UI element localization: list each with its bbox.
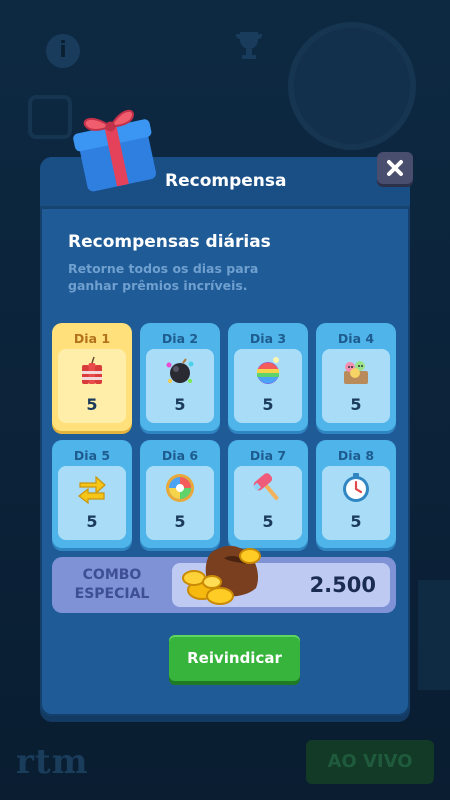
day-quantity: 5	[350, 512, 362, 531]
day-quantity: 5	[350, 395, 362, 414]
close-icon	[387, 160, 403, 176]
day-quantity: 5	[262, 395, 274, 414]
avatar	[288, 22, 416, 150]
day-quantity: 5	[262, 512, 274, 531]
combo-label-line-1: COMBO	[82, 567, 142, 583]
day-item-panel: 5	[234, 349, 302, 423]
day-card-4[interactable]: Dia 4 5	[316, 323, 396, 431]
live-button: AO VIVO	[306, 740, 434, 784]
combo-value: 2.500	[309, 573, 376, 597]
day-label: Dia 4	[337, 331, 375, 346]
day-quantity: 5	[86, 512, 98, 531]
hammer-icon	[253, 473, 279, 500]
close-button[interactable]	[377, 152, 413, 184]
day-item-panel: 5	[146, 466, 214, 540]
day-quantity: 5	[86, 395, 98, 414]
info-icon: i	[46, 34, 80, 68]
firecracker-icon	[82, 356, 102, 384]
day-card-3[interactable]: Dia 3 5	[228, 323, 308, 431]
day-card-1[interactable]: Dia 1 5	[52, 323, 132, 431]
day-quantity: 5	[174, 395, 186, 414]
day-item-panel: 5	[146, 349, 214, 423]
logo: rtm	[16, 742, 89, 782]
side-panel	[418, 580, 450, 690]
day-quantity: 5	[174, 512, 186, 531]
day-card-2[interactable]: Dia 2 5	[140, 323, 220, 431]
day-label: Dia 2	[161, 331, 199, 346]
day-card-6[interactable]: Dia 6 5	[140, 440, 220, 548]
day-item-panel: 5	[322, 466, 390, 540]
day-label: Dia 6	[161, 448, 199, 463]
rewards-heading: Recompensas diárias	[68, 232, 271, 252]
day-card-5[interactable]: Dia 5 5	[52, 440, 132, 548]
color-wheel-icon	[166, 474, 194, 502]
day-item-panel: 5	[58, 466, 126, 540]
clock-icon	[343, 473, 369, 502]
swap-arrows-icon	[78, 475, 106, 504]
day-label: Dia 7	[249, 448, 287, 463]
day-item-panel: 5	[322, 349, 390, 423]
rainbow-bomb-icon	[257, 357, 279, 384]
day-item-panel: 5	[58, 349, 126, 423]
rewards-subtitle: Retorne todos os dias para ganhar prêmio…	[68, 261, 259, 293]
gift-icon	[73, 109, 157, 192]
day-label: Dia 5	[73, 448, 111, 463]
modal-title: Recompensa	[165, 171, 287, 191]
day-card-8[interactable]: Dia 8 5	[316, 440, 396, 548]
claim-button[interactable]: Reivindicar	[169, 635, 300, 681]
day-card-7[interactable]: Dia 7 5	[228, 440, 308, 548]
trophy-icon	[236, 32, 262, 59]
day-label: Dia 8	[337, 448, 375, 463]
bomb-icon	[166, 358, 194, 383]
combo-label-line-2: ESPECIAL	[74, 586, 150, 602]
combo-label: COMBO ESPECIAL	[66, 566, 158, 604]
candy-box-icon	[344, 361, 368, 384]
day-item-panel: 5	[234, 466, 302, 540]
day-label: Dia 3	[249, 331, 287, 346]
day-label: Dia 1	[73, 331, 111, 346]
coin-pouch-icon	[182, 545, 261, 605]
